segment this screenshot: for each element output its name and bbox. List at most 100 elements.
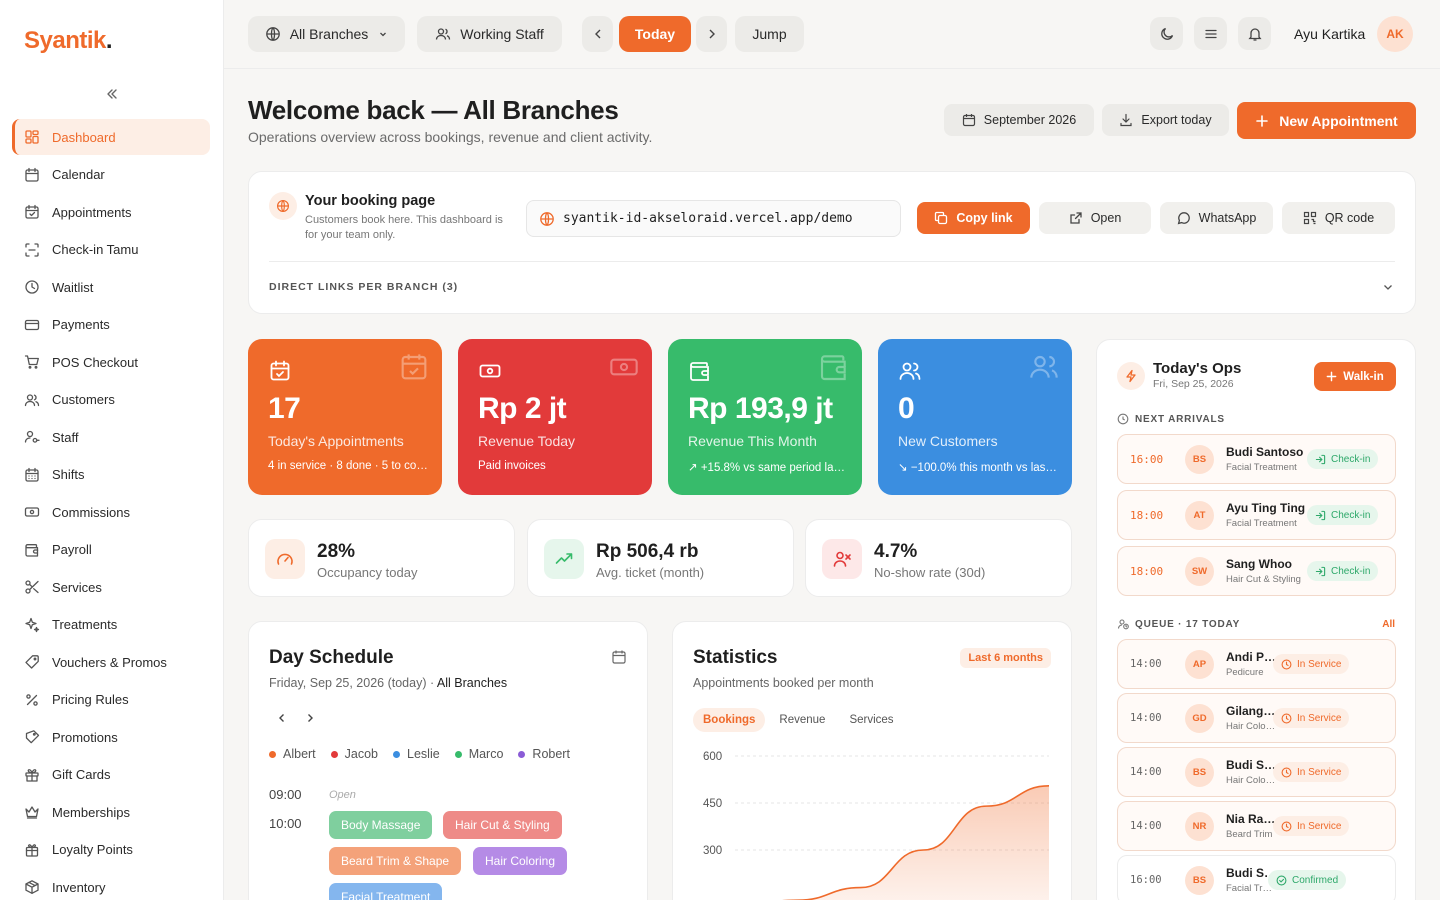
- calendar-check-icon: [398, 351, 430, 383]
- user-name: Ayu Kartika: [1294, 26, 1366, 42]
- new-appointment-label: New Appointment: [1279, 112, 1398, 129]
- schedule-next-icon[interactable]: [303, 711, 317, 725]
- client-name: Budi Santoso: [1226, 758, 1276, 772]
- avatar: BS: [1185, 758, 1214, 787]
- schedule-prev-icon[interactable]: [275, 711, 289, 725]
- walk-in-button[interactable]: Walk-in: [1314, 362, 1396, 391]
- calendar-icon[interactable]: [611, 649, 627, 665]
- package-icon: [24, 879, 40, 895]
- no-show-stat-card: 4.7% No-show rate (30d): [805, 519, 1072, 597]
- wallet-icon: [818, 351, 850, 383]
- booking-description: Customers book here. This dashboard is f…: [305, 214, 503, 241]
- queue-row[interactable]: 14:00 GD Gilang Dirga Hair Coloring In Servi…: [1117, 693, 1396, 743]
- period-badge[interactable]: Last 6 months: [960, 648, 1051, 668]
- appointment-chip[interactable]: Hair Cut & Styling: [443, 811, 562, 839]
- sidebar-item-vouchers-promos[interactable]: Vouchers & Promos: [12, 644, 210, 680]
- brand-logo[interactable]: Syantik.: [24, 27, 113, 55]
- kpi-revenue-month-card[interactable]: Rp 193,9 jt Revenue This Month ↗ +15.8% …: [668, 339, 862, 495]
- sidebar-item-promotions[interactable]: Promotions: [12, 719, 210, 755]
- external-link-icon: [1069, 211, 1083, 225]
- avatar[interactable]: AK: [1377, 16, 1413, 52]
- branch-links-toggle[interactable]: DIRECT LINKS PER BRANCH (3): [269, 281, 458, 293]
- sidebar-item-check-in-tamu[interactable]: Check-in Tamu: [12, 232, 210, 268]
- stat-value: Rp 506,4 rb: [596, 541, 699, 562]
- avatar: GD: [1185, 704, 1214, 733]
- log-in-icon: [1315, 454, 1326, 465]
- queue-all-link[interactable]: All: [1382, 619, 1395, 630]
- status-label: In Service: [1297, 712, 1342, 724]
- month-picker-button[interactable]: September 2026: [944, 104, 1094, 136]
- service-name: Facial Treatment: [1226, 462, 1297, 473]
- sidebar-item-gift-cards[interactable]: Gift Cards: [12, 757, 210, 793]
- sidebar-item-payroll[interactable]: Payroll: [12, 532, 210, 568]
- sidebar-item-treatments[interactable]: Treatments: [12, 607, 210, 643]
- sidebar-item-calendar[interactable]: Calendar: [12, 157, 210, 193]
- sidebar-item-appointments[interactable]: Appointments: [12, 194, 210, 230]
- wallet-icon: [24, 542, 40, 558]
- check-in-button[interactable]: Check-in: [1307, 561, 1379, 581]
- kpi-label: Revenue Today: [478, 433, 576, 449]
- sidebar-item-inventory[interactable]: Inventory: [12, 869, 210, 900]
- booking-url-field[interactable]: syantik-id-akseloraid.vercel.app/demo: [526, 200, 901, 237]
- check-in-button[interactable]: Check-in: [1307, 449, 1379, 469]
- queue-row[interactable]: 14:00 AP Andi Pratama Pedicure In Service: [1117, 639, 1396, 689]
- user-key-icon: [24, 429, 40, 445]
- arrival-row[interactable]: 18:00 SW Sang Whoo Hair Cut & Styling Check-…: [1117, 546, 1396, 596]
- appointment-chip[interactable]: Beard Trim & Shape: [329, 847, 462, 875]
- status-label: In Service: [1297, 766, 1342, 778]
- branch-selector[interactable]: All Branches: [248, 16, 405, 52]
- chevron-down-icon[interactable]: [1381, 280, 1395, 294]
- sidebar-item-commissions[interactable]: Commissions: [12, 494, 210, 530]
- statistics-subtitle: Appointments booked per month: [693, 676, 874, 690]
- kpi-new-customers-card[interactable]: 0 New Customers ↘ −100.0% this month vs …: [878, 339, 1072, 495]
- today-button[interactable]: Today: [619, 16, 691, 52]
- qr-code-button[interactable]: QR code: [1282, 202, 1395, 234]
- plus-icon: [1326, 371, 1337, 382]
- sidebar-item-payments[interactable]: Payments: [12, 307, 210, 343]
- next-day-button[interactable]: [696, 16, 727, 52]
- queue-time: 14:00: [1130, 658, 1162, 670]
- appointment-chip[interactable]: Body Massage: [329, 811, 433, 839]
- calendar-check-icon: [268, 359, 292, 383]
- kpi-appointments-card[interactable]: 17 Today's Appointments 4 in service · 8…: [248, 339, 442, 495]
- sidebar-item-loyalty-points[interactable]: Loyalty Points: [12, 832, 210, 868]
- appointment-chip[interactable]: Hair Coloring: [473, 847, 568, 875]
- kpi-revenue-today-card[interactable]: Rp 2 jt Revenue Today Paid invoices: [458, 339, 652, 495]
- whatsapp-button[interactable]: WhatsApp: [1160, 202, 1273, 234]
- menu-button[interactable]: [1194, 17, 1227, 50]
- sidebar-item-label: Appointments: [52, 204, 132, 220]
- arrival-row[interactable]: 18:00 AT Ayu Ting Ting Facial Treatment Chec…: [1117, 490, 1396, 540]
- jump-button[interactable]: Jump: [735, 16, 804, 52]
- export-today-button[interactable]: Export today: [1102, 104, 1229, 136]
- tab-revenue[interactable]: Revenue: [769, 708, 835, 732]
- sidebar-item-dashboard[interactable]: Dashboard: [12, 119, 210, 155]
- sidebar-item-pricing-rules[interactable]: Pricing Rules: [12, 682, 210, 718]
- queue-row[interactable]: 16:00BSBudi SantosoFacial TreatmentConfi…: [1117, 855, 1396, 900]
- queue-row[interactable]: 14:00 BS Budi Santoso Hair Coloring In Servi…: [1117, 747, 1396, 797]
- copy-link-label: Copy link: [956, 211, 1013, 225]
- notifications-button[interactable]: [1238, 17, 1271, 50]
- sidebar-item-staff[interactable]: Staff: [12, 419, 210, 455]
- check-in-button[interactable]: Check-in: [1307, 505, 1379, 525]
- copy-link-button[interactable]: Copy link: [917, 202, 1030, 234]
- globe-icon: [265, 26, 281, 42]
- sidebar-item-waitlist[interactable]: Waitlist: [12, 269, 210, 305]
- service-name: Hair Coloring: [1226, 775, 1276, 786]
- sidebar-item-services[interactable]: Services: [12, 569, 210, 605]
- open-link-button[interactable]: Open: [1039, 202, 1151, 234]
- tab-bookings[interactable]: Bookings: [693, 708, 766, 732]
- prev-day-button[interactable]: [582, 16, 613, 52]
- sidebar-item-shifts[interactable]: Shifts: [12, 457, 210, 493]
- theme-toggle-button[interactable]: [1150, 17, 1183, 50]
- credit-card-icon: [24, 317, 40, 333]
- sidebar-item-memberships[interactable]: Memberships: [12, 794, 210, 830]
- sidebar-item-pos-checkout[interactable]: POS Checkout: [12, 344, 210, 380]
- arrival-row[interactable]: 16:00 BS Budi Santoso Facial Treatment Check…: [1117, 434, 1396, 484]
- working-staff-button[interactable]: Working Staff: [417, 16, 562, 52]
- queue-row[interactable]: 14:00 NR Nia Ramadhani Beard Trim In Service: [1117, 801, 1396, 851]
- tab-services[interactable]: Services: [839, 708, 903, 732]
- new-appointment-button[interactable]: New Appointment: [1237, 102, 1416, 139]
- sidebar-item-customers[interactable]: Customers: [12, 382, 210, 418]
- appointment-chip[interactable]: Facial Treatment: [329, 883, 443, 900]
- collapse-sidebar-icon[interactable]: [104, 86, 120, 102]
